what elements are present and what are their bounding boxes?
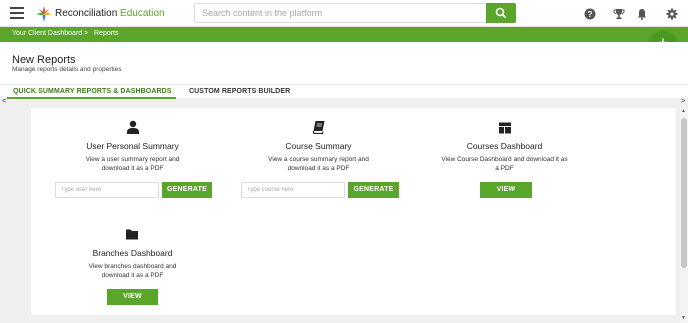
course-search-input[interactable] xyxy=(241,182,345,198)
scroll-up-icon[interactable]: ▲ xyxy=(681,108,686,114)
tabs-scroll-left-icon[interactable]: < xyxy=(2,98,6,105)
user-personal-summary-description: View a user summary report and download … xyxy=(85,156,180,172)
page-title: New Reports xyxy=(12,54,76,66)
search-input[interactable] xyxy=(194,3,486,23)
svg-text:?: ? xyxy=(588,10,593,19)
user-search-input[interactable] xyxy=(55,182,159,198)
tab-custom-reports-builder[interactable]: CUSTOM REPORTS BUILDER xyxy=(189,88,290,95)
course-summary-title: Course Summary xyxy=(285,141,352,151)
tabs-scroll-right-icon[interactable]: > xyxy=(681,98,685,105)
trophy-icon[interactable] xyxy=(613,8,625,20)
dashboard-icon xyxy=(499,122,511,134)
book-icon xyxy=(312,121,325,134)
breadcrumb: Your Client Dashboard > Reports xyxy=(0,27,688,42)
logo-icon xyxy=(36,6,52,22)
active-tab-indicator xyxy=(7,97,176,99)
breadcrumb-separator: > xyxy=(84,30,89,37)
bell-icon[interactable] xyxy=(636,8,648,20)
brand-name-accent: Education xyxy=(120,8,165,19)
generate-user-summary-button[interactable]: GENERATE xyxy=(162,182,212,198)
page-subtitle: Manage reports details and properties xyxy=(12,66,122,73)
reports-panel: User Personal Summary View a user summar… xyxy=(31,108,676,315)
user-icon xyxy=(127,120,139,134)
brand-name-main: Reconciliation xyxy=(55,8,118,19)
search-box xyxy=(194,3,516,23)
user-personal-summary-title: User Personal Summary xyxy=(86,141,179,151)
settings-icon[interactable] xyxy=(666,8,678,20)
tabs-bar: QUICK SUMMARY REPORTS & DASHBOARDS CUSTO… xyxy=(0,84,688,99)
page-header: New Reports Manage reports details and p… xyxy=(0,42,688,84)
branches-dashboard-description: View branches dashboard and download it … xyxy=(88,263,177,279)
generate-course-summary-button[interactable]: GENERATE xyxy=(348,182,399,198)
brand-name: Reconciliation Education xyxy=(55,8,165,19)
search-icon xyxy=(495,7,506,18)
breadcrumb-home-link[interactable]: Your Client Dashboard xyxy=(12,30,82,37)
courses-dashboard-title: Courses Dashboard xyxy=(466,141,543,151)
vertical-scrollbar[interactable]: ▲ ▼ xyxy=(680,108,688,323)
branches-dashboard-title: Branches Dashboard xyxy=(92,248,173,258)
view-branches-dashboard-button[interactable]: VIEW xyxy=(107,289,158,305)
folder-icon xyxy=(126,229,138,240)
help-icon[interactable]: ? xyxy=(584,8,596,20)
search-button[interactable] xyxy=(486,3,516,23)
course-summary-description: View a course summary report and downloa… xyxy=(268,156,369,172)
view-courses-dashboard-button[interactable]: VIEW xyxy=(480,182,532,198)
scrollbar-thumb[interactable] xyxy=(681,118,687,268)
breadcrumb-current: Reports xyxy=(94,30,119,37)
hamburger-menu-icon[interactable] xyxy=(10,7,24,19)
courses-dashboard-description: View Course Dashboard and download it as… xyxy=(441,156,568,172)
tab-quick-summary-reports[interactable]: QUICK SUMMARY REPORTS & DASHBOARDS xyxy=(13,88,172,95)
top-bar: Reconciliation Education ? xyxy=(0,0,688,27)
scroll-down-icon[interactable]: ▼ xyxy=(681,315,686,321)
